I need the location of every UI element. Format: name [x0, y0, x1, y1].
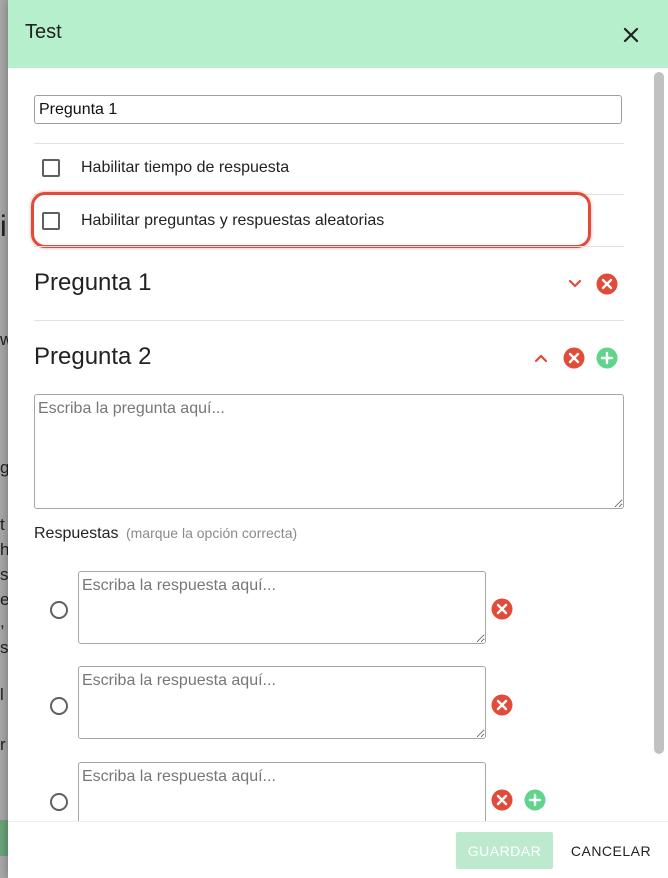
scrollbar[interactable] [654, 72, 664, 754]
chevron-up-icon [534, 354, 548, 363]
background-green-strip [0, 820, 8, 856]
remove-icon [491, 598, 513, 620]
enable-time-checkbox[interactable] [42, 159, 60, 177]
remove-icon [596, 273, 618, 295]
add-icon [596, 347, 618, 369]
answers-label: Respuestas (marque la opción correcta) [34, 525, 297, 543]
remove-question-button[interactable] [596, 273, 618, 295]
remove-icon [491, 789, 513, 811]
enable-time-row: Habilitar tiempo de respuesta [42, 156, 289, 180]
close-button[interactable] [619, 23, 643, 47]
divider [34, 320, 624, 321]
question-text-input[interactable] [34, 394, 624, 509]
question-heading[interactable]: Pregunta 1 [34, 269, 151, 297]
remove-answer-button[interactable] [491, 598, 513, 620]
remove-answer-button[interactable] [491, 694, 513, 716]
answer-text-input[interactable] [78, 571, 486, 644]
background-text-fragment: i [0, 210, 7, 243]
enable-random-row: Habilitar preguntas y respuestas aleator… [42, 209, 384, 233]
divider [34, 246, 624, 247]
remove-question-button[interactable] [563, 347, 585, 369]
test-title-input[interactable] [34, 95, 622, 124]
answers-label-text: Respuestas [34, 525, 119, 542]
dialog-header: Test [8, 0, 668, 68]
enable-random-checkbox[interactable] [42, 212, 60, 230]
background-text-fragment: , [0, 612, 5, 631]
answer-text-input[interactable] [78, 666, 486, 739]
correct-answer-radio[interactable] [50, 793, 68, 811]
question-heading[interactable]: Pregunta 2 [34, 343, 151, 371]
dialog-content[interactable]: Habilitar tiempo de respuesta Habilitar … [8, 68, 668, 821]
test-dialog: Test Habilitar tiempo de respuesta Habil… [8, 0, 668, 878]
correct-answer-radio[interactable] [50, 601, 68, 619]
enable-time-label: Habilitar tiempo de respuesta [81, 159, 290, 176]
chevron-down-icon [568, 279, 582, 288]
dialog-title: Test [25, 21, 62, 43]
answer-text-input[interactable] [78, 762, 486, 821]
cancel-button[interactable]: CANCELAR [568, 832, 654, 869]
correct-answer-radio[interactable] [50, 697, 68, 715]
save-button[interactable]: GUARDAR [456, 832, 553, 869]
remove-answer-button[interactable] [491, 789, 513, 811]
answers-hint: (marque la opción correcta) [125, 525, 298, 541]
collapse-question-button[interactable] [530, 347, 552, 369]
add-icon [524, 789, 546, 811]
background-text-fragment: r [0, 735, 6, 754]
close-icon [623, 27, 639, 43]
expand-question-button[interactable] [564, 273, 586, 295]
background-text-fragment: t [0, 515, 5, 534]
remove-icon [491, 694, 513, 716]
remove-icon [563, 347, 585, 369]
enable-random-label: Habilitar preguntas y respuestas aleator… [81, 212, 385, 229]
add-question-button[interactable] [596, 347, 618, 369]
dialog-footer: GUARDAR CANCELAR [8, 821, 668, 878]
divider [34, 143, 624, 144]
add-answer-button[interactable] [524, 789, 546, 811]
background-text-fragment: l [0, 685, 4, 704]
